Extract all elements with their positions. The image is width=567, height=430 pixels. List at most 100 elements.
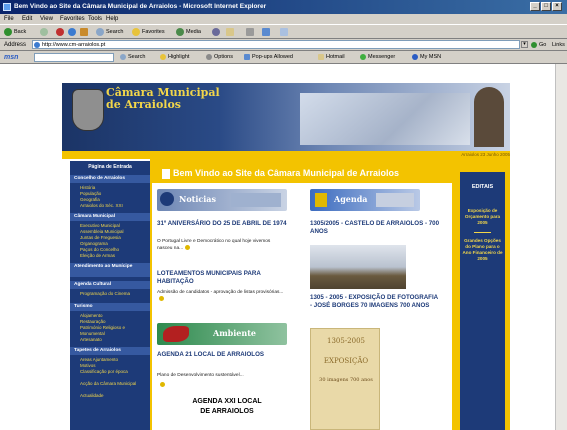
divider [474,232,491,233]
stop-button[interactable] [56,27,66,37]
links-label[interactable]: Links [552,40,565,50]
banner-arch-photo [474,87,504,147]
back-arrow-icon [4,27,12,36]
messenger-button[interactable]: Messenger [360,53,395,62]
menu-help[interactable]: Help [106,14,118,24]
nav-item-actualidade[interactable]: Actualidade [80,393,104,399]
options-icon [206,53,212,60]
forward-arrow-icon [40,27,48,36]
hotmail-button[interactable]: Hotmail [318,53,345,62]
nav-heading-camara[interactable]: Câmara Municipal [70,213,150,221]
menu-view[interactable]: View [40,14,53,24]
favorites-button[interactable]: Favorites [132,27,165,37]
banner-title-line2: de Arraiolos [106,98,181,111]
messenger-icon [360,53,366,60]
nav-item-seculo-xxi[interactable]: Arraiolos do Séc. XXI [80,203,123,209]
menu-bar: File Edit View Favorites Tools Help [0,14,567,24]
discuss-button[interactable] [280,27,290,37]
maximize-button[interactable]: □ [541,2,551,11]
nav-home-link[interactable]: Página de Entrada [70,164,150,170]
menu-file[interactable]: File [4,14,14,24]
news-title-2[interactable]: LOTEAMENTOS MUNICIPAIS PARA HABITAÇÃO [157,270,292,286]
refresh-button[interactable] [68,27,78,37]
nav-heading-atendimento[interactable]: Atendimento ao Munícipe [70,263,150,277]
msn-search-button[interactable]: Search [120,53,145,62]
leaf-icon [163,326,189,342]
nav-item-artesanato[interactable]: Artesanato [80,337,102,343]
mail-button[interactable] [226,27,236,37]
go-button[interactable]: Go [531,40,546,50]
edital-link-1[interactable]: Exposição de Orçamento para 2005 [462,208,503,226]
more-arrow-icon[interactable] [159,296,164,301]
banner-photo [300,93,470,145]
ie-icon [3,3,11,11]
toolbar: Back Search Favorites Media [0,24,567,39]
more-arrow-icon[interactable] [160,382,165,387]
msn-logo[interactable]: msn [4,53,18,62]
media-button[interactable]: Media [176,27,201,37]
media-icon [176,27,184,36]
left-navigation: Página de Entrada Concelho de Arraiolos … [70,161,150,430]
print-icon [246,27,254,36]
site-banner: Câmara Municipal de Arraiolos [62,83,510,151]
welcome-heading: Bem Vindo ao Site da Câmara Municipal de… [162,166,452,180]
home-button[interactable] [80,27,90,37]
title-bar: Bem Vindo ao Site da Câmara Municipal de… [0,0,567,14]
address-input[interactable]: http://www.cm-arraiolos.pt [32,40,520,49]
date-text: Arraiolos 23 Junho 2005 [461,152,510,157]
popups-button[interactable]: Pop-ups Allowed [244,53,293,62]
favorites-star-icon [132,27,140,36]
forward-button[interactable] [40,27,50,37]
vertical-scrollbar[interactable] [555,64,567,430]
highlight-button[interactable]: Highlight [160,53,189,62]
msn-search-input[interactable] [34,53,114,62]
nav-item-accao-camara[interactable]: Acção da Câmara Municipal [80,381,140,387]
window-title: Bem Vindo ao Site da Câmara Municipal de… [14,3,267,10]
minimize-button[interactable]: _ [530,2,540,11]
content-box: Noticias 31º ANIVERSÁRIO DO 25 DE ABRIL … [152,183,452,430]
agenda-title-1[interactable]: 1305/2005 - CASTELO DE ARRAIOLOS - 700 A… [310,220,440,236]
options-button[interactable]: Options [206,53,233,62]
noticias-header[interactable]: Noticias [157,189,287,211]
nav-item-cinema[interactable]: Programação do Cinema [80,291,130,297]
news-title-1[interactable]: 31º ANIVERSÁRIO DO 25 DE ABRIL DE 1974 [157,220,292,228]
menu-favorites[interactable]: Favorites [60,14,85,24]
nav-heading-concelho[interactable]: Concelho de Arraiolos [70,175,150,183]
search-button[interactable]: Search [96,27,123,37]
msn-butterfly-icon [412,53,418,60]
back-button[interactable]: Back [4,27,26,37]
calendar-icon [315,193,327,207]
nav-heading-agenda-cultural[interactable]: Agenda Cultural [70,281,150,289]
more-arrow-icon[interactable] [185,245,191,250]
msn-toolbar: msn Search Highlight Options Pop-ups All… [0,51,567,64]
close-button[interactable]: × [552,2,562,11]
nav-item-patrimonio[interactable]: Património Religioso e Monumental [80,325,142,337]
castle-photo[interactable] [310,245,406,289]
ambiente-body-1: Plano de Desenvolvimento sustentável... [157,373,244,378]
agenda-header[interactable]: Agenda [310,189,420,211]
history-button[interactable] [212,27,222,37]
edital-link-2[interactable]: Grandes Opções do Plano para o Ano Finan… [462,238,503,262]
nav-heading-tapetes[interactable]: Tapetes de Arraiolos [70,347,150,355]
mymsn-button[interactable]: My MSN [412,53,441,62]
news-body-2: Admissão de candidatos - aprovação de li… [157,290,285,303]
menu-edit[interactable]: Edit [22,14,32,24]
agenda-title-2[interactable]: 1305 - 2005 - EXPOSIÇÃO DE FOTOGRAFIA - … [310,294,440,310]
print-button[interactable] [246,27,256,37]
nav-item-armas[interactable]: Eleição de Armas [80,253,115,259]
ambiente-title-1[interactable]: AGENDA 21 LOCAL DE ARRAIOLOS [157,351,292,359]
noticias-banner-image [231,193,281,207]
nav-item-classificacao[interactable]: Classificação por época [80,369,140,375]
menu-tools[interactable]: Tools [88,14,102,24]
go-arrow-icon [531,41,537,48]
stop-icon [56,27,64,36]
address-label: Address [4,42,27,48]
address-dropdown-icon[interactable]: ▾ [521,41,528,48]
edit-icon [262,27,270,36]
nav-heading-turismo[interactable]: Turismo [70,303,150,311]
edit-button[interactable] [262,27,272,37]
mail-icon [318,53,324,60]
ambiente-header[interactable]: Ambiente [157,323,287,345]
search-icon [120,53,126,60]
exhibition-poster[interactable]: 1305-2005 EXPOSIÇÃO 30 imagens 700 anos [310,328,380,430]
